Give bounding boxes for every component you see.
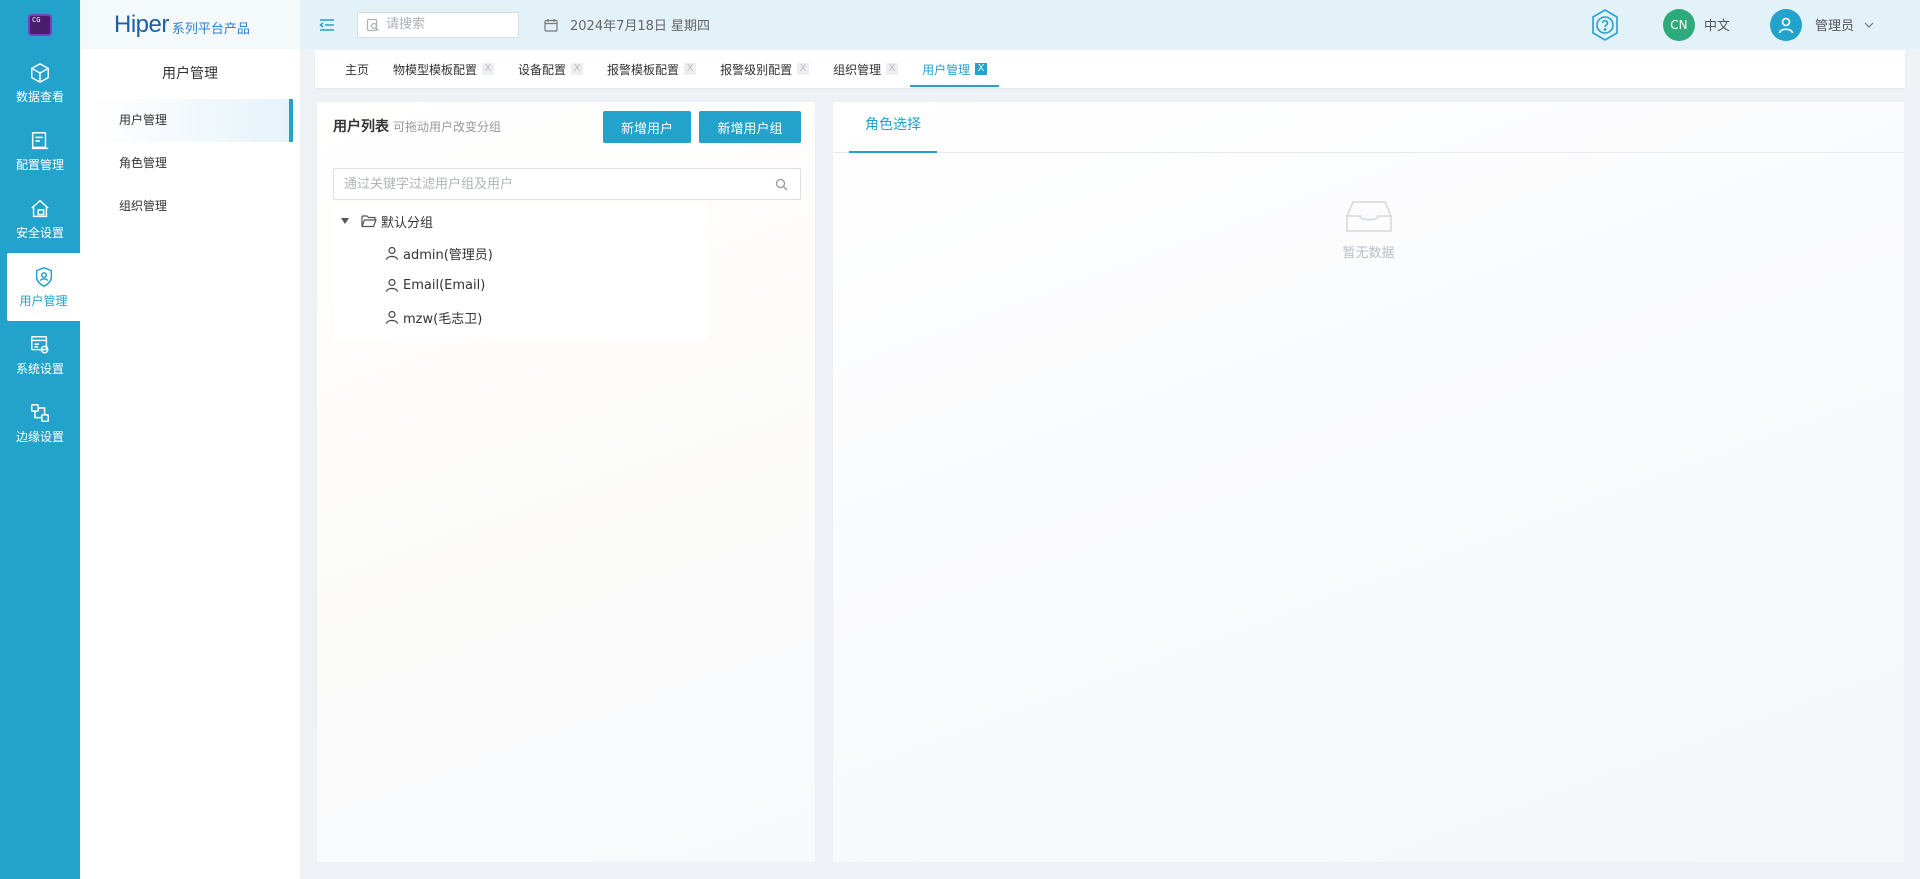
top-bar: 2024年7月18日 星期四 CN 中文 管理员 bbox=[300, 0, 1920, 49]
system-settings-icon bbox=[31, 335, 49, 354]
app-logo[interactable]: CG bbox=[0, 0, 80, 49]
add-user-group-button[interactable]: 新增用户组 bbox=[699, 111, 801, 143]
brand-subtitle: 系列平台产品 bbox=[171, 21, 250, 37]
tab-role-selection[interactable]: 角色选择 bbox=[849, 102, 937, 153]
close-icon[interactable]: X bbox=[975, 63, 988, 75]
user-list-panel: 用户列表 可拖动用户改变分组 新增用户 新增用户组 默认分组 admin(管理员… bbox=[316, 101, 816, 863]
cube-icon bbox=[31, 62, 49, 83]
user-icon bbox=[385, 246, 399, 260]
sidebar-item-org-management[interactable]: 组织管理 bbox=[87, 185, 293, 228]
close-icon[interactable]: X bbox=[684, 63, 697, 75]
user-shield-icon bbox=[35, 266, 52, 287]
user-list-hint: 可拖动用户改变分组 bbox=[393, 119, 502, 134]
menu-collapse-icon[interactable] bbox=[317, 15, 337, 35]
rail-item-label: 用户管理 bbox=[19, 293, 68, 308]
rail-item-data-view[interactable]: 数据查看 bbox=[0, 49, 80, 117]
rail-item-config[interactable]: 配置管理 bbox=[0, 117, 80, 185]
rail-item-system-settings[interactable]: 系统设置 bbox=[0, 321, 80, 389]
page-tabs: 主页 物模型模板配置 X 设备配置 X 报警模板配置 X 报警级别配置 X 组织… bbox=[315, 50, 1905, 88]
user-list-title: 用户列表 bbox=[333, 119, 389, 135]
tab-label: 报警模板配置 bbox=[607, 62, 680, 77]
top-right-tools: CN 中文 管理员 bbox=[1587, 0, 1920, 49]
language-badge[interactable]: CN bbox=[1662, 8, 1695, 41]
tab-label: 主页 bbox=[345, 62, 370, 77]
empty-state: 暂无数据 bbox=[833, 198, 1904, 261]
tree-user-label: mzw(毛志卫) bbox=[403, 311, 483, 327]
tree-filter-input[interactable] bbox=[334, 175, 775, 193]
rail-item-label: 数据查看 bbox=[15, 89, 64, 104]
folder-open-icon bbox=[361, 215, 377, 228]
empty-text: 暂无数据 bbox=[1342, 246, 1395, 261]
tab-label: 报警级别配置 bbox=[720, 62, 793, 77]
rail-item-label: 安全设置 bbox=[15, 225, 64, 240]
user-menu[interactable]: 管理员 bbox=[1815, 15, 1854, 34]
logo-icon: CG bbox=[28, 13, 52, 36]
role-selection-panel: 角色选择 暂无数据 bbox=[832, 101, 1905, 863]
user-icon bbox=[1778, 17, 1794, 33]
help-icon[interactable] bbox=[1587, 7, 1623, 43]
config-icon bbox=[31, 131, 49, 149]
empty-inbox-icon bbox=[1345, 201, 1392, 232]
close-icon[interactable]: X bbox=[482, 63, 495, 75]
tree-filter[interactable] bbox=[333, 168, 801, 200]
tab-device-config[interactable]: 设备配置 X bbox=[506, 52, 595, 86]
tab-label: 组织管理 bbox=[833, 62, 882, 77]
rail-item-label: 边缘设置 bbox=[15, 429, 64, 444]
tab-alarm-level[interactable]: 报警级别配置 X bbox=[708, 52, 821, 86]
user-icon bbox=[385, 310, 399, 324]
avatar[interactable] bbox=[1769, 8, 1802, 41]
rail-item-edge-settings[interactable]: 边缘设置 bbox=[0, 389, 80, 457]
date-text: 2024年7月18日 星期四 bbox=[570, 19, 711, 34]
tree-user-label: admin(管理员) bbox=[403, 247, 493, 263]
close-icon[interactable]: X bbox=[797, 63, 810, 75]
date-display: 2024年7月18日 星期四 bbox=[544, 15, 710, 34]
rail-item-security[interactable]: 安全设置 bbox=[0, 185, 80, 253]
tree-user-label: Email(Email) bbox=[403, 277, 486, 293]
logo-text: CG bbox=[32, 15, 41, 24]
tab-home[interactable]: 主页 bbox=[333, 52, 381, 86]
tab-thing-model-template[interactable]: 物模型模板配置 X bbox=[381, 52, 506, 86]
tree-user[interactable]: Email(Email) bbox=[333, 269, 708, 301]
close-icon[interactable]: X bbox=[886, 63, 899, 75]
caret-down-icon[interactable] bbox=[341, 218, 349, 224]
chevron-down-icon[interactable] bbox=[1864, 20, 1874, 30]
tab-user-management[interactable]: 用户管理 X bbox=[910, 53, 1000, 87]
close-icon[interactable]: X bbox=[571, 63, 584, 75]
tree-user[interactable]: mzw(毛志卫) bbox=[333, 301, 708, 333]
user-icon bbox=[385, 278, 399, 292]
edge-icon bbox=[31, 403, 49, 422]
tree-group-default[interactable]: 默认分组 bbox=[333, 205, 708, 237]
brand-name: Hiper bbox=[114, 10, 169, 38]
tab-label: 用户管理 bbox=[922, 62, 971, 77]
sidebar-item-user-management[interactable]: 用户管理 bbox=[87, 99, 293, 142]
icon-rail: CG 数据查看 配置管理 安全设置 用户管理 系统设置 边缘设置 bbox=[0, 0, 80, 879]
add-user-button[interactable]: 新增用户 bbox=[603, 111, 691, 143]
security-icon bbox=[31, 199, 49, 217]
tree-user[interactable]: admin(管理员) bbox=[333, 237, 708, 269]
role-panel-tabs: 角色选择 bbox=[833, 102, 1904, 153]
sidebar-title: 用户管理 bbox=[162, 66, 218, 82]
rail-item-user-management[interactable]: 用户管理 bbox=[7, 253, 80, 321]
secondary-sidebar: Hiper 系列平台产品 用户管理 用户管理 角色管理 组织管理 bbox=[80, 0, 300, 879]
user-tree: 默认分组 admin(管理员) Email(Email) mzw(毛志卫) bbox=[333, 205, 708, 339]
tree-group-label: 默认分组 bbox=[381, 215, 434, 231]
search-input[interactable] bbox=[384, 16, 504, 33]
rail-item-label: 系统设置 bbox=[15, 361, 64, 376]
rail-item-label: 配置管理 bbox=[15, 157, 64, 172]
language-switch[interactable]: 中文 bbox=[1704, 15, 1730, 34]
brand[interactable]: Hiper 系列平台产品 bbox=[80, 0, 300, 49]
tab-alarm-template[interactable]: 报警模板配置 X bbox=[595, 52, 708, 86]
search-icon bbox=[775, 178, 788, 190]
tab-label: 设备配置 bbox=[518, 62, 567, 77]
calendar-icon bbox=[544, 18, 558, 32]
tab-org-management[interactable]: 组织管理 X bbox=[821, 52, 910, 86]
search-icon bbox=[366, 18, 379, 31]
global-search[interactable] bbox=[357, 11, 519, 38]
tab-label: 物模型模板配置 bbox=[393, 62, 478, 77]
sidebar-item-role-management[interactable]: 角色管理 bbox=[87, 142, 293, 185]
